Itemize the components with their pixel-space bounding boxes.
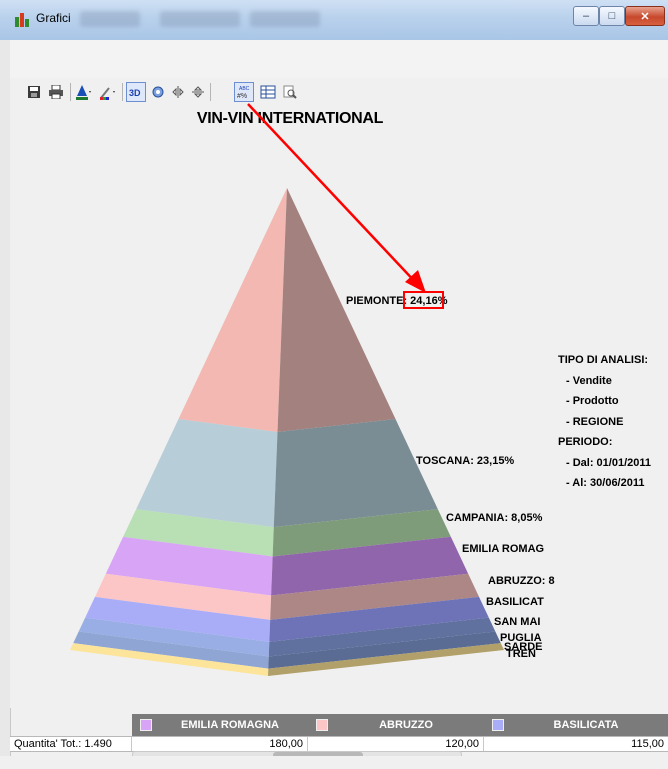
grid-column-header[interactable]: BASILICATA [484,714,668,736]
grid-column-label: EMILIA ROMAGNA [181,719,279,731]
pyramid-face-left [178,188,287,432]
grid-cell: 115,00 [631,738,664,750]
series-color-swatch [316,719,328,731]
data-label: CAMPANIA: 8,05% [446,512,543,524]
data-label: TREN [506,648,536,660]
grid-column-header[interactable]: EMILIA ROMAGNA [132,714,308,736]
data-label: TOSCANA: 23,15% [416,455,514,467]
pyramid-face-left [136,419,278,528]
grid-column-label: BASILICATA [553,719,619,731]
data-grid: EMILIA ROMAGNA ABRUZZO BASILICATA Quanti… [10,714,668,759]
data-label: BASILICAT [486,596,544,608]
analysis-type-item: - Prodotto [566,395,619,407]
analysis-type-item: - Vendite [566,374,612,387]
grid-cell: 120,00 [308,737,484,751]
period-label: PERIODO: [558,436,613,448]
data-label: EMILIA ROMAG [462,543,544,555]
grid-cell: 180,00 [132,737,308,751]
analysis-info-panel: TIPO DI ANALISI: - Vendite - Prodotto - … [558,350,651,494]
chart-window: Grafici – □ ✕ 3D ABC #% VIN-VIN INTERNAT… [0,0,668,769]
pyramid-face-right [277,188,396,432]
series-color-swatch [140,719,152,731]
pyramid-face-right [273,419,438,528]
data-label: SAN MAI [494,616,540,628]
grid-column-header[interactable]: ABRUZZO [308,714,484,736]
grid-row-label: Quantita' Tot.: 1.490 [10,737,132,751]
series-color-swatch [492,719,504,731]
grid-column-label: ABRUZZO [379,719,433,731]
pyramid-segment-toscana [136,419,438,528]
window-bottom-edge [0,756,668,769]
period-to: - Al: 30/06/2011 [566,477,645,489]
analysis-type-item: - REGIONE [566,415,624,428]
grid-row: Quantita' Tot.: 1.490 180,00 120,00 115,… [10,736,668,752]
period-from: - Dal: 01/01/2011 [566,456,652,469]
analysis-type-label: TIPO DI ANALISI: [558,354,649,366]
data-label: PIEMONTE: 24,16% [346,295,448,307]
data-label: ABRUZZO: 8 [488,575,555,587]
